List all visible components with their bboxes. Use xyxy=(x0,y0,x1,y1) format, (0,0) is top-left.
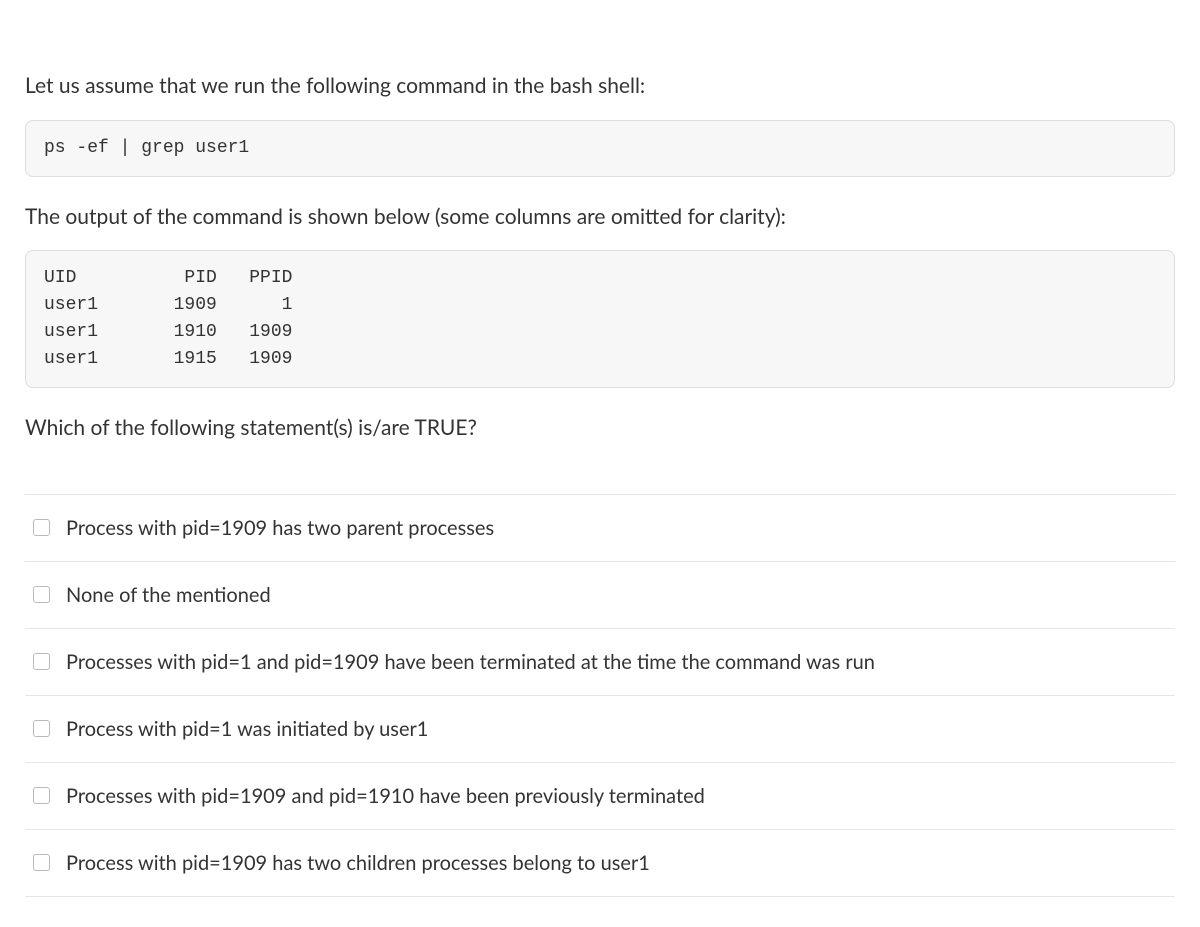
checkbox[interactable] xyxy=(33,586,50,603)
question-intro: Let us assume that we run the following … xyxy=(25,70,1175,102)
question-prompt: Which of the following statement(s) is/a… xyxy=(25,412,1175,444)
checkbox[interactable] xyxy=(33,854,50,871)
checkbox[interactable] xyxy=(33,720,50,737)
option-label: Process with pid=1909 has two parent pro… xyxy=(66,513,494,543)
command-code-block: ps -ef | grep user1 xyxy=(25,120,1175,177)
checkbox[interactable] xyxy=(33,519,50,536)
output-intro: The output of the command is shown below… xyxy=(25,201,1175,233)
option-label: Process with pid=1909 has two children p… xyxy=(66,848,650,878)
checkbox[interactable] xyxy=(33,653,50,670)
checkbox[interactable] xyxy=(33,787,50,804)
option-label: Processes with pid=1 and pid=1909 have b… xyxy=(66,647,875,677)
output-code-block: UID PID PPID user1 1909 1 user1 1910 190… xyxy=(25,250,1175,388)
option-row[interactable]: Process with pid=1909 has two parent pro… xyxy=(25,495,1175,562)
option-label: Processes with pid=1909 and pid=1910 hav… xyxy=(66,781,705,811)
option-row[interactable]: Processes with pid=1 and pid=1909 have b… xyxy=(25,629,1175,696)
question-body: Let us assume that we run the following … xyxy=(25,70,1175,444)
option-row[interactable]: None of the mentioned xyxy=(25,562,1175,629)
option-row[interactable]: Process with pid=1 was initiated by user… xyxy=(25,696,1175,763)
option-label: Process with pid=1 was initiated by user… xyxy=(66,714,428,744)
option-label: None of the mentioned xyxy=(66,580,271,610)
options-list: Process with pid=1909 has two parent pro… xyxy=(25,494,1175,897)
option-row[interactable]: Processes with pid=1909 and pid=1910 hav… xyxy=(25,763,1175,830)
option-row[interactable]: Process with pid=1909 has two children p… xyxy=(25,830,1175,897)
